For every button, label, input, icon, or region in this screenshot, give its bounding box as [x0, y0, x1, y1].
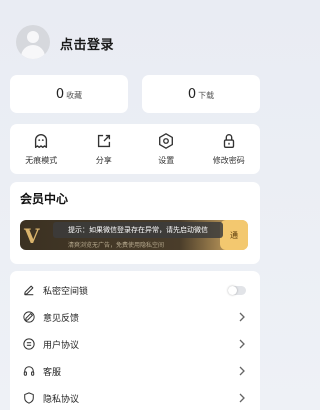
chevron-right-icon [239, 393, 245, 403]
action-incognito-label: 无痕模式 [25, 156, 58, 165]
menu-item-label: 用户协议 [43, 340, 80, 351]
vip-subtitle: 清爽浏览无广告，免费使用隐私空间 [68, 242, 165, 249]
favorites-label: 收藏 [66, 90, 83, 100]
menu-item-label: 私密空间锁 [43, 286, 89, 297]
menu-item-customer-service[interactable]: 客服 [10, 358, 260, 384]
shield-icon [24, 392, 34, 404]
downloads-stat[interactable]: 0 下载 [142, 75, 260, 113]
lock-icon [223, 134, 234, 148]
avatar[interactable] [16, 25, 50, 59]
menu-item-private-lock[interactable]: 私密空间锁 [10, 277, 260, 303]
action-incognito[interactable]: 无痕模式 [14, 132, 69, 166]
action-share[interactable]: 分享 [76, 132, 131, 166]
ghost-icon [35, 134, 48, 148]
gear-icon [159, 133, 174, 149]
vip-center-title: 会员中心 [20, 192, 69, 206]
downloads-label: 下载 [198, 90, 215, 100]
favorites-stat[interactable]: 0 收藏 [10, 75, 128, 113]
chevron-right-icon [239, 312, 245, 322]
headset-icon [23, 366, 35, 376]
login-link[interactable]: 点击登录 [60, 34, 114, 53]
action-settings[interactable]: 设置 [139, 132, 194, 166]
edit-icon [23, 311, 35, 323]
header: 点击登录 [0, 0, 270, 75]
chevron-right-icon [239, 366, 245, 376]
toast-message: 提示：如果微信登录存在异常，请先启动微信 [53, 222, 223, 238]
menu-item-user-agreement[interactable]: 用户协议 [10, 331, 260, 357]
action-change-password-label: 修改密码 [212, 156, 245, 165]
toggle-knob [228, 285, 237, 295]
document-icon [23, 338, 35, 350]
share-icon [97, 134, 110, 148]
avatar-head [27, 31, 39, 43]
chevron-right-icon [239, 339, 245, 349]
action-change-password[interactable]: 修改密码 [201, 132, 256, 166]
action-share-label: 分享 [95, 156, 112, 165]
action-settings-label: 设置 [158, 156, 175, 165]
avatar-body [21, 45, 45, 59]
downloads-count: 0 [187, 86, 197, 102]
menu-item-label: 隐私协议 [43, 394, 80, 405]
favorites-count: 0 [55, 86, 65, 102]
private-lock-toggle[interactable] [228, 285, 246, 295]
vip-open-button[interactable]: 通 [220, 220, 248, 250]
vip-logo: V [24, 224, 39, 248]
quick-actions: 无痕模式 分享 设置 修改密码 [10, 124, 260, 174]
lock-edit-icon [24, 285, 34, 296]
menu-item-privacy-policy[interactable]: 隐私协议 [10, 385, 260, 410]
menu-item-label: 意见反馈 [43, 313, 80, 324]
menu-item-label: 客服 [43, 367, 62, 378]
menu-item-feedback[interactable]: 意见反馈 [10, 304, 260, 330]
settings-menu: 私密空间锁 意见反馈 用户协议 客服 隐私协议 [10, 271, 260, 410]
